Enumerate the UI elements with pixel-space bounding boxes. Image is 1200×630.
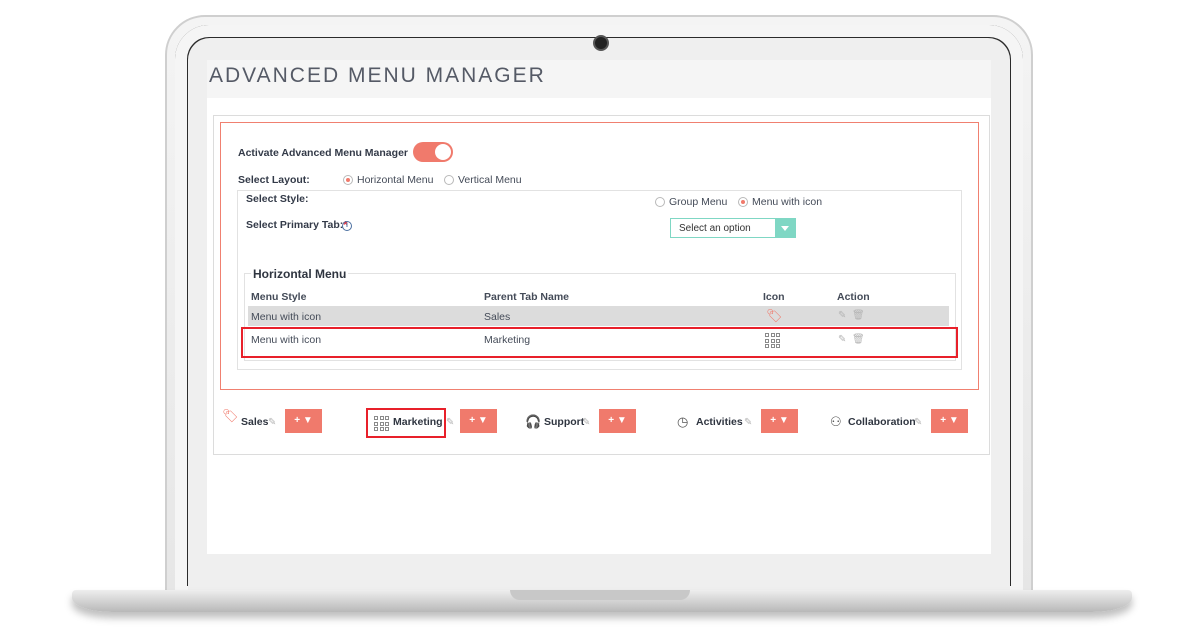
trash-icon[interactable]: 🗑 xyxy=(852,334,865,345)
grid-icon xyxy=(765,333,780,348)
activate-toggle[interactable] xyxy=(413,142,453,162)
grid-icon xyxy=(374,416,389,431)
row-parent-tab: Sales xyxy=(484,311,511,323)
menu-item-collaboration[interactable]: Collaboration xyxy=(848,416,916,428)
edit-icon[interactable]: ✎ xyxy=(838,310,846,321)
add-button-sales[interactable]: + ▼ xyxy=(285,409,322,433)
tag-icon: 🏷 xyxy=(766,308,783,323)
screen: ADVANCED MENU MANAGER Activate Advanced … xyxy=(207,60,991,554)
laptop-notch xyxy=(510,590,690,600)
pencil-icon[interactable]: ✎ xyxy=(446,417,454,428)
radio-group-label: Group Menu xyxy=(669,196,728,208)
pencil-icon[interactable]: ✎ xyxy=(582,417,590,428)
camera-icon xyxy=(593,35,609,51)
menu-item-activities[interactable]: Activities xyxy=(696,416,743,428)
radio-group-menu[interactable] xyxy=(655,197,665,207)
radio-vertical-label: Vertical Menu xyxy=(458,174,522,186)
pencil-icon[interactable]: ✎ xyxy=(268,417,276,428)
radio-menu-with-icon-label: Menu with icon xyxy=(752,196,823,208)
add-button-activities[interactable]: + ▼ xyxy=(761,409,798,433)
trash-icon[interactable]: 🗑 xyxy=(852,310,865,321)
pencil-icon[interactable]: ✎ xyxy=(914,417,922,428)
headset-icon: 🎧 xyxy=(525,414,542,429)
col-parent-tab: Parent Tab Name xyxy=(484,291,569,303)
menu-item-sales[interactable]: Sales xyxy=(241,416,268,428)
clock-icon: ◷ xyxy=(677,414,689,429)
add-button-collaboration[interactable]: + ▼ xyxy=(931,409,968,433)
row-menu-style: Menu with icon xyxy=(251,311,322,323)
primary-tab-select-value: Select an option xyxy=(679,223,751,234)
add-button-support[interactable]: + ▼ xyxy=(599,409,636,433)
row-menu-style: Menu with icon xyxy=(251,334,322,346)
col-menu-style: Menu Style xyxy=(251,291,307,303)
menu-item-support[interactable]: Support xyxy=(544,416,584,428)
radio-vertical-menu[interactable] xyxy=(444,175,454,185)
col-action: Action xyxy=(837,291,870,303)
horizontal-menu-title: Horizontal Menu xyxy=(251,267,349,281)
row-parent-tab: Marketing xyxy=(484,334,531,346)
add-button-marketing[interactable]: + ▼ xyxy=(460,409,497,433)
page-header: ADVANCED MENU MANAGER xyxy=(207,60,991,98)
radio-horizontal-label: Horizontal Menu xyxy=(357,174,434,186)
primary-tab-text: Select Primary Tab: xyxy=(246,219,344,231)
menu-item-marketing[interactable]: Marketing xyxy=(393,416,443,428)
tag-icon: 🏷 xyxy=(222,408,239,423)
radio-menu-with-icon[interactable] xyxy=(738,197,748,207)
radio-horizontal-menu[interactable] xyxy=(343,175,353,185)
highlight-outline xyxy=(241,327,958,358)
edit-icon[interactable]: ✎ xyxy=(838,334,846,345)
pencil-icon[interactable]: ✎ xyxy=(744,417,752,428)
activate-label: Activate Advanced Menu Manager xyxy=(238,147,408,159)
toggle-knob xyxy=(435,144,451,160)
chevron-down-icon xyxy=(775,219,795,237)
col-icon: Icon xyxy=(763,291,785,303)
layout-label: Select Layout: xyxy=(238,174,310,186)
info-icon[interactable]: i xyxy=(342,221,352,231)
style-label: Select Style: xyxy=(246,193,309,205)
primary-tab-select[interactable]: Select an option xyxy=(670,218,796,238)
primary-tab-label: Select Primary Tab:* xyxy=(246,219,347,231)
people-icon: ⚇ xyxy=(830,414,842,429)
page-title: ADVANCED MENU MANAGER xyxy=(209,64,546,87)
